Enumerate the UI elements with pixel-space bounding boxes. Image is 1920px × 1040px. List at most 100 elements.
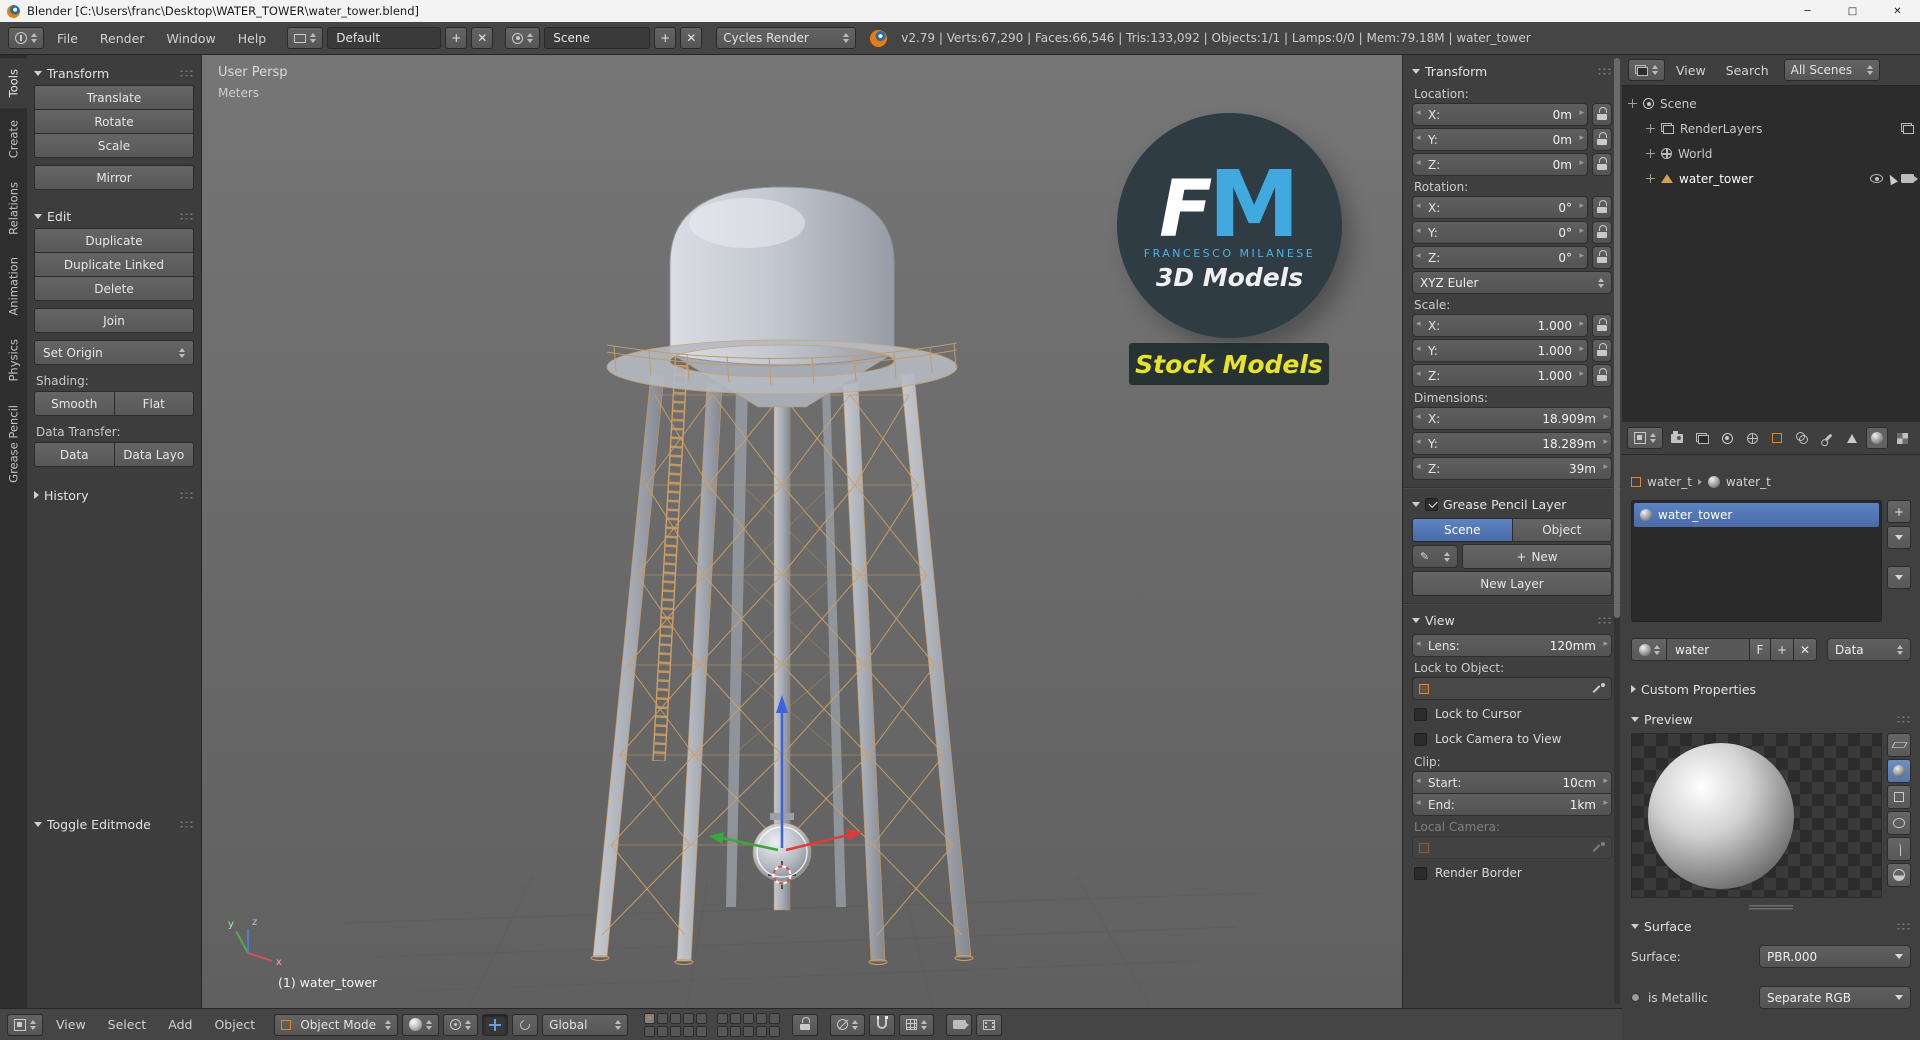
3d-viewport[interactable]: x y z User Persp Meters F M FRANCESCO MI… (202, 55, 1402, 1008)
surface-shader-select[interactable]: PBR.000 (1759, 945, 1911, 968)
lock-to-scene-button[interactable] (792, 1013, 819, 1036)
layers-grid-1[interactable] (644, 1012, 708, 1037)
tab-object[interactable] (1766, 427, 1788, 449)
new-material-button[interactable]: + (1770, 638, 1794, 661)
render-result-icon[interactable] (1901, 123, 1914, 134)
scrollbar-thumb[interactable] (1614, 58, 1620, 618)
gp-scene-tab[interactable]: Scene (1412, 518, 1513, 542)
fake-user-button[interactable]: F (1749, 638, 1771, 661)
tab-grease-pencil[interactable]: Grease Pencil (0, 394, 27, 494)
material-name-field[interactable]: water (1666, 638, 1750, 661)
tab-render[interactable] (1666, 427, 1688, 449)
preview-monkey-button[interactable] (1887, 811, 1911, 835)
menu-help[interactable]: Help (229, 31, 276, 46)
lens-field[interactable]: Lens:120mm (1412, 634, 1612, 657)
outliner-item-world[interactable]: World (1628, 141, 1914, 166)
lock-scale-x-button[interactable] (1592, 314, 1612, 337)
render-border-checkbox[interactable] (1414, 866, 1427, 880)
tab-create[interactable]: Create (0, 109, 27, 169)
set-origin-dropdown[interactable]: Set Origin (34, 340, 194, 365)
panel-header-view[interactable]: View (1412, 608, 1612, 632)
lock-location-z-button[interactable] (1592, 153, 1612, 176)
tab-physics[interactable]: Physics (0, 328, 27, 393)
data-layout-button[interactable]: Data Layo (113, 442, 194, 467)
preview-hair-button[interactable] (1887, 837, 1911, 861)
breadcrumb-object[interactable]: water_t (1647, 475, 1692, 489)
rotation-x-field[interactable]: X:0° (1412, 196, 1588, 219)
location-z-field[interactable]: Z:0m (1412, 153, 1588, 176)
material-link-select[interactable]: Data (1827, 638, 1911, 661)
remove-slot-button[interactable] (1887, 526, 1911, 549)
delete-scene-button[interactable]: ✕ (680, 27, 703, 49)
mode-select[interactable]: Object Mode (274, 1013, 399, 1036)
gp-object-tab[interactable]: Object (1511, 518, 1612, 542)
dimension-z-field[interactable]: Z:39m (1412, 457, 1612, 480)
manipulator-rotate-toggle[interactable] (512, 1013, 539, 1036)
outliner-item-scene[interactable]: Scene (1628, 91, 1914, 116)
opengl-render-button[interactable] (946, 1013, 973, 1036)
panel-grip-icon[interactable] (1896, 714, 1911, 724)
tab-render-layers[interactable] (1691, 427, 1713, 449)
renderable-camera-icon[interactable] (1901, 174, 1918, 183)
preview-flat-button[interactable] (1887, 733, 1911, 757)
tab-modifiers[interactable] (1816, 427, 1838, 449)
info-editor-type-button[interactable] (8, 27, 44, 49)
eyedropper-icon[interactable] (1594, 842, 1605, 853)
smooth-button[interactable]: Smooth (34, 391, 115, 416)
panel-grip-icon[interactable] (179, 68, 194, 78)
transform-orientation-select[interactable]: Global (542, 1013, 629, 1036)
selectable-cursor-icon[interactable] (1886, 172, 1898, 185)
panel-header-transform-n[interactable]: Transform (1412, 59, 1612, 83)
menu-window[interactable]: Window (157, 31, 224, 46)
local-camera-picker[interactable] (1412, 836, 1612, 859)
lock-rotation-z-button[interactable] (1592, 246, 1612, 269)
material-slot-active[interactable]: water_tower (1634, 503, 1879, 527)
tab-tools[interactable]: Tools (0, 58, 27, 109)
panel-header-grease-pencil[interactable]: Grease Pencil Layer (1412, 492, 1612, 516)
preview-sphere-button[interactable] (1887, 759, 1911, 783)
outliner-editor-type-button[interactable] (1628, 59, 1665, 81)
proportional-edit-select[interactable] (830, 1013, 866, 1036)
snap-toggle[interactable] (869, 1013, 896, 1036)
layers-grid-2[interactable] (717, 1012, 781, 1037)
dimension-y-field[interactable]: Y:18.289m (1412, 432, 1612, 455)
render-engine-select[interactable]: Cycles Render (716, 27, 857, 49)
panel-grip-icon[interactable] (1896, 921, 1911, 931)
tab-constraints[interactable] (1791, 427, 1813, 449)
preview-cube-button[interactable] (1887, 785, 1911, 809)
expand-icon[interactable] (1628, 99, 1637, 108)
screen-layout-name-field[interactable]: Default (327, 27, 442, 49)
data-button[interactable]: Data (34, 442, 115, 467)
slot-specials-button[interactable] (1887, 566, 1911, 589)
unlink-material-button[interactable]: ✕ (1793, 638, 1817, 661)
panel-header-edit[interactable]: Edit (34, 204, 194, 228)
pivot-point-select[interactable] (443, 1013, 479, 1036)
outliner-menu-search[interactable]: Search (1717, 63, 1778, 78)
close-button[interactable]: ✕ (1875, 0, 1920, 22)
panel-header-toggle-editmode[interactable]: Toggle Editmode (34, 812, 194, 836)
menu-file[interactable]: File (48, 31, 87, 46)
lock-rotation-y-button[interactable] (1592, 221, 1612, 244)
rotation-y-field[interactable]: Y:0° (1412, 221, 1588, 244)
scale-x-field[interactable]: X:1.000 (1412, 314, 1588, 337)
visibility-eye-icon[interactable] (1870, 174, 1883, 183)
join-button[interactable]: Join (34, 308, 194, 333)
viewport-menu-view[interactable]: View (47, 1017, 95, 1032)
maximize-button[interactable]: □ (1830, 0, 1875, 22)
scale-z-field[interactable]: Z:1.000 (1412, 364, 1588, 387)
material-slot-list[interactable]: water_tower (1631, 500, 1882, 622)
scale-y-field[interactable]: Y:1.000 (1412, 339, 1588, 362)
gp-new-layer-button[interactable]: New Layer (1412, 571, 1612, 596)
npanel-scrollbar[interactable] (1614, 58, 1620, 1004)
tab-world[interactable] (1741, 427, 1763, 449)
viewport-menu-add[interactable]: Add (159, 1017, 201, 1032)
lock-to-object-picker[interactable] (1412, 677, 1612, 700)
outliner-item-renderlayers[interactable]: RenderLayers (1628, 116, 1914, 141)
delete-button[interactable]: Delete (34, 276, 194, 301)
lock-rotation-x-button[interactable] (1592, 196, 1612, 219)
opengl-render-anim-button[interactable] (976, 1013, 1003, 1036)
eyedropper-icon[interactable] (1594, 683, 1605, 694)
tab-material[interactable] (1866, 427, 1888, 449)
grease-pencil-checkbox[interactable] (1425, 497, 1438, 511)
outliner-menu-view[interactable]: View (1667, 63, 1715, 78)
